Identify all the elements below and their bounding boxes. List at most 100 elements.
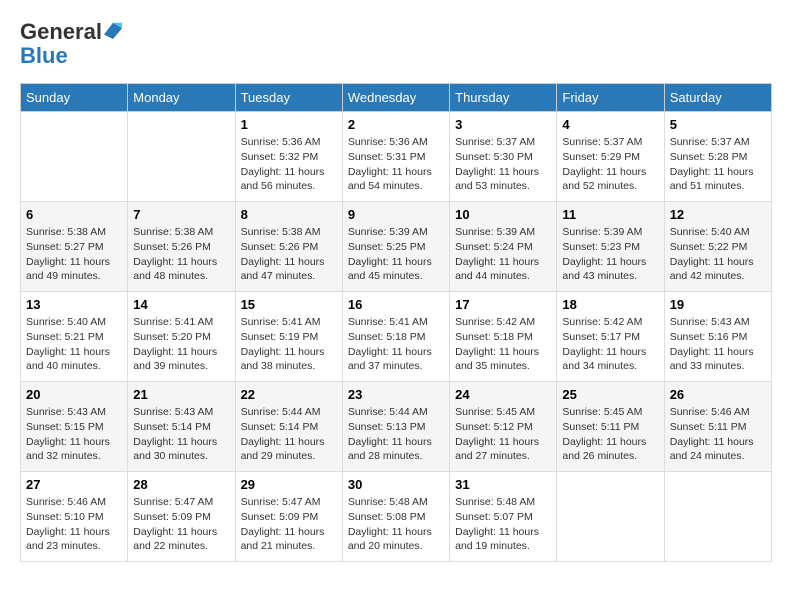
calendar-cell: 21Sunrise: 5:43 AM Sunset: 5:14 PM Dayli… [128,382,235,472]
day-number: 26 [670,387,766,402]
calendar-cell: 23 Sunrise: 5:44 AM Sunset: 5:13 PM Dayli… [342,382,449,472]
logo-icon [104,21,122,39]
calendar-cell: 15 Sunrise: 5:41 AM Sunset: 5:19 PM Dayli… [235,292,342,382]
day-info: Sunrise: 5:46 AM Sunset: 5:10 PM Dayligh… [26,495,122,554]
day-info: Sunrise: 5:45 AM Sunset: 5:12 PM Dayligh… [455,405,551,464]
calendar-cell: 30 Sunrise: 5:48 AM Sunset: 5:08 PM Dayli… [342,472,449,562]
calendar-week-1: 6 Sunrise: 5:38 AM Sunset: 5:27 PM Daylig… [21,202,772,292]
day-number: 12 [670,207,766,222]
day-number: 29 [241,477,337,492]
weekday-header-sunday: Sunday [21,84,128,112]
calendar-cell: 18 Sunrise: 5:42 AM Sunset: 5:17 PM Dayli… [557,292,664,382]
weekday-header-saturday: Saturday [664,84,771,112]
day-info: Sunrise: 5:46 AM Sunset: 5:11 PM Dayligh… [670,405,766,464]
calendar-cell: 1 Sunrise: 5:36 AM Sunset: 5:32 PM Daylig… [235,112,342,202]
calendar-cell [128,112,235,202]
calendar-cell: 5 Sunrise: 5:37 AM Sunset: 5:28 PM Daylig… [664,112,771,202]
calendar-cell [557,472,664,562]
weekday-header-friday: Friday [557,84,664,112]
day-info: Sunrise: 5:48 AM Sunset: 5:07 PM Dayligh… [455,495,551,554]
day-info: Sunrise: 5:43 AM Sunset: 5:16 PM Dayligh… [670,315,766,374]
day-info: Sunrise: 5:36 AM Sunset: 5:32 PM Dayligh… [241,135,337,194]
day-number: 4 [562,117,658,132]
day-number: 11 [562,207,658,222]
calendar-cell: 11Sunrise: 5:39 AM Sunset: 5:23 PM Dayli… [557,202,664,292]
day-info: Sunrise: 5:48 AM Sunset: 5:08 PM Dayligh… [348,495,444,554]
calendar-week-2: 13 Sunrise: 5:40 AM Sunset: 5:21 PM Dayli… [21,292,772,382]
day-info: Sunrise: 5:37 AM Sunset: 5:29 PM Dayligh… [562,135,658,194]
day-info: Sunrise: 5:36 AM Sunset: 5:31 PM Dayligh… [348,135,444,194]
calendar-cell: 26 Sunrise: 5:46 AM Sunset: 5:11 PM Dayli… [664,382,771,472]
weekday-header-monday: Monday [128,84,235,112]
day-info: Sunrise: 5:45 AM Sunset: 5:11 PM Dayligh… [562,405,658,464]
calendar-cell: 13 Sunrise: 5:40 AM Sunset: 5:21 PM Dayli… [21,292,128,382]
calendar-cell: 10Sunrise: 5:39 AM Sunset: 5:24 PM Dayli… [450,202,557,292]
calendar-cell: 19 Sunrise: 5:43 AM Sunset: 5:16 PM Dayli… [664,292,771,382]
day-number: 3 [455,117,551,132]
day-number: 7 [133,207,229,222]
day-number: 24 [455,387,551,402]
day-number: 30 [348,477,444,492]
day-info: Sunrise: 5:42 AM Sunset: 5:17 PM Dayligh… [562,315,658,374]
day-number: 13 [26,297,122,312]
logo-text-general: General [20,20,102,44]
calendar-cell: 8Sunrise: 5:38 AM Sunset: 5:26 PM Daylig… [235,202,342,292]
day-info: Sunrise: 5:40 AM Sunset: 5:21 PM Dayligh… [26,315,122,374]
logo-text-blue: Blue [20,44,68,68]
day-info: Sunrise: 5:37 AM Sunset: 5:28 PM Dayligh… [670,135,766,194]
calendar-cell: 20 Sunrise: 5:43 AM Sunset: 5:15 PM Dayli… [21,382,128,472]
day-info: Sunrise: 5:40 AM Sunset: 5:22 PM Dayligh… [670,225,766,284]
day-number: 14 [133,297,229,312]
calendar-cell: 7 Sunrise: 5:38 AM Sunset: 5:26 PM Daylig… [128,202,235,292]
day-info: Sunrise: 5:38 AM Sunset: 5:27 PM Dayligh… [26,225,122,284]
calendar-cell: 25 Sunrise: 5:45 AM Sunset: 5:11 PM Dayli… [557,382,664,472]
day-number: 1 [241,117,337,132]
day-info: Sunrise: 5:41 AM Sunset: 5:20 PM Dayligh… [133,315,229,374]
day-number: 8 [241,207,337,222]
calendar-cell: 2 Sunrise: 5:36 AM Sunset: 5:31 PM Daylig… [342,112,449,202]
day-number: 25 [562,387,658,402]
weekday-header-tuesday: Tuesday [235,84,342,112]
day-info: Sunrise: 5:38 AM Sunset: 5:26 PM Dayligh… [133,225,229,284]
day-number: 6 [26,207,122,222]
day-number: 17 [455,297,551,312]
day-number: 5 [670,117,766,132]
calendar-week-4: 27 Sunrise: 5:46 AM Sunset: 5:10 PM Dayli… [21,472,772,562]
day-info: Sunrise: 5:43 AM Sunset: 5:14 PM Dayligh… [133,405,229,464]
calendar-cell: 16 Sunrise: 5:41 AM Sunset: 5:18 PM Dayli… [342,292,449,382]
calendar-cell: 24 Sunrise: 5:45 AM Sunset: 5:12 PM Dayli… [450,382,557,472]
calendar-table: SundayMondayTuesdayWednesdayThursdayFrid… [20,83,772,562]
calendar-week-3: 20 Sunrise: 5:43 AM Sunset: 5:15 PM Dayli… [21,382,772,472]
day-number: 20 [26,387,122,402]
day-info: Sunrise: 5:41 AM Sunset: 5:18 PM Dayligh… [348,315,444,374]
day-info: Sunrise: 5:41 AM Sunset: 5:19 PM Dayligh… [241,315,337,374]
day-number: 28 [133,477,229,492]
day-number: 16 [348,297,444,312]
day-number: 23 [348,387,444,402]
calendar-cell [21,112,128,202]
calendar-cell: 31 Sunrise: 5:48 AM Sunset: 5:07 PM Dayli… [450,472,557,562]
day-info: Sunrise: 5:44 AM Sunset: 5:14 PM Dayligh… [241,405,337,464]
day-number: 27 [26,477,122,492]
day-info: Sunrise: 5:39 AM Sunset: 5:25 PM Dayligh… [348,225,444,284]
page-header: General Blue [20,20,772,68]
calendar-header-row: SundayMondayTuesdayWednesdayThursdayFrid… [21,84,772,112]
calendar-week-0: 1 Sunrise: 5:36 AM Sunset: 5:32 PM Daylig… [21,112,772,202]
weekday-header-thursday: Thursday [450,84,557,112]
calendar-cell [664,472,771,562]
day-number: 9 [348,207,444,222]
day-number: 18 [562,297,658,312]
day-number: 19 [670,297,766,312]
weekday-header-wednesday: Wednesday [342,84,449,112]
calendar-cell: 9 Sunrise: 5:39 AM Sunset: 5:25 PM Daylig… [342,202,449,292]
calendar-cell: 29Sunrise: 5:47 AM Sunset: 5:09 PM Dayli… [235,472,342,562]
calendar-cell: 6 Sunrise: 5:38 AM Sunset: 5:27 PM Daylig… [21,202,128,292]
calendar-cell: 4 Sunrise: 5:37 AM Sunset: 5:29 PM Daylig… [557,112,664,202]
day-info: Sunrise: 5:44 AM Sunset: 5:13 PM Dayligh… [348,405,444,464]
day-info: Sunrise: 5:47 AM Sunset: 5:09 PM Dayligh… [133,495,229,554]
day-number: 15 [241,297,337,312]
day-number: 2 [348,117,444,132]
calendar-cell: 3Sunrise: 5:37 AM Sunset: 5:30 PM Daylig… [450,112,557,202]
day-info: Sunrise: 5:43 AM Sunset: 5:15 PM Dayligh… [26,405,122,464]
day-number: 31 [455,477,551,492]
